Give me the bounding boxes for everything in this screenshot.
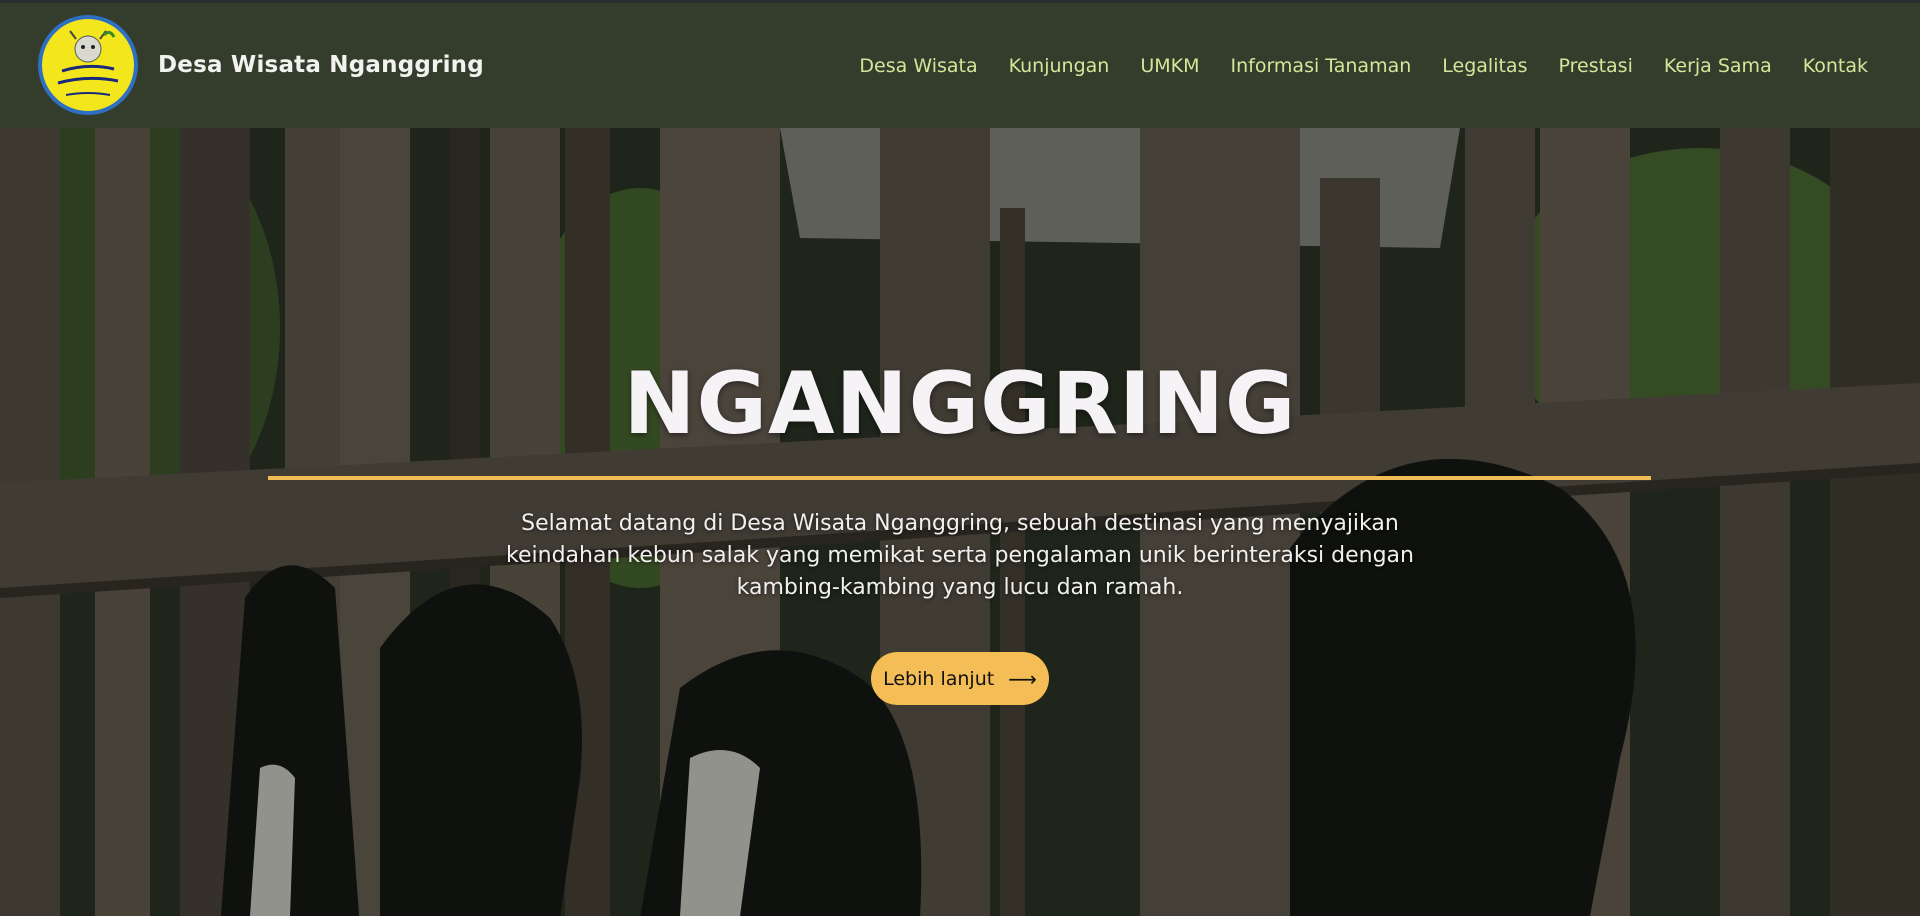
nav-link-umkm[interactable]: UMKM bbox=[1140, 55, 1199, 77]
main-navigation: Desa Wisata Kunjungan UMKM Informasi Tan… bbox=[828, 3, 1868, 128]
site-title[interactable]: Desa Wisata Nganggring bbox=[158, 52, 484, 78]
hero-title: NGANGGRING bbox=[623, 354, 1297, 454]
title-divider bbox=[268, 476, 1651, 480]
brand[interactable]: Desa Wisata Nganggring bbox=[38, 15, 484, 115]
hero-description: Selamat datang di Desa Wisata Nganggring… bbox=[506, 511, 1414, 600]
nav-link-legalitas[interactable]: Legalitas bbox=[1442, 55, 1527, 77]
nav-link-informasi-tanaman[interactable]: Informasi Tanaman bbox=[1230, 55, 1411, 77]
learn-more-label: Lebih lanjut bbox=[883, 667, 995, 690]
navbar: Desa Wisata Nganggring Desa Wisata Kunju… bbox=[0, 3, 1920, 128]
nav-link-kontak[interactable]: Kontak bbox=[1803, 55, 1868, 77]
arrow-right-icon: ⟶ bbox=[1008, 666, 1037, 691]
logo-emblem bbox=[42, 19, 134, 111]
nav-link-desa-wisata[interactable]: Desa Wisata bbox=[859, 55, 977, 77]
nav-link-kerja-sama[interactable]: Kerja Sama bbox=[1664, 55, 1772, 77]
logo-graphic bbox=[57, 30, 119, 96]
site-logo[interactable] bbox=[38, 15, 138, 115]
hero-section: NGANGGRING Selamat datang di Desa Wisata… bbox=[0, 128, 1920, 916]
learn-more-button[interactable]: Lebih lanjut ⟶ bbox=[871, 652, 1049, 705]
nav-link-prestasi[interactable]: Prestasi bbox=[1558, 55, 1632, 77]
nav-link-kunjungan[interactable]: Kunjungan bbox=[1009, 55, 1110, 77]
